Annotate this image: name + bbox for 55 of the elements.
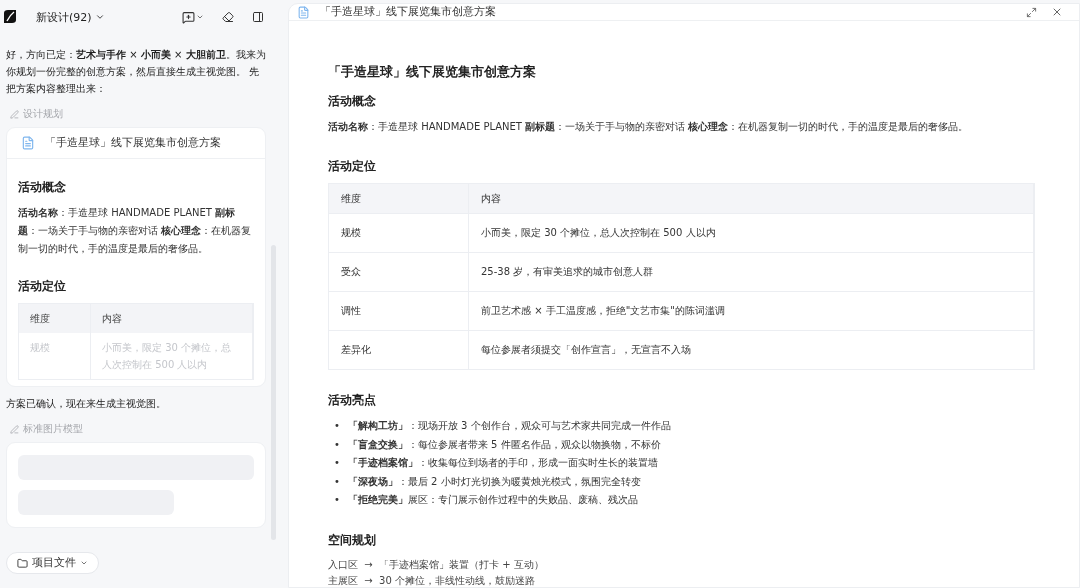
bullet: •: [334, 437, 340, 452]
bullet: •: [334, 419, 340, 433]
column-header: 内容: [469, 184, 1034, 213]
table-cell: 受众: [329, 252, 469, 291]
paragraph: 活动名称：手造星球 HANDMADE PLANET 副标题：一场关于手与物的亲密对话 核心理念：在机器复制一切的时代，手的温度是最后的奢侈品。: [18, 206, 253, 256]
table-cell: 前卫艺术感 × 手工温度感，拒绝"文艺市集"的陈词滥调: [469, 291, 1034, 330]
document-icon: [297, 5, 310, 19]
table-cell: 调性: [329, 291, 469, 330]
plan-line: 主展区 → 30 个摊位，非线性动线，鼓励迷路: [328, 573, 536, 587]
chevron-down-icon: [80, 559, 88, 567]
project-title-dropdown[interactable]: 新设计(92): [32, 9, 109, 25]
table-cell: 差异化: [329, 330, 469, 369]
column-header: 维度: [19, 304, 91, 333]
close-icon: [1051, 6, 1063, 18]
table-cell: 25-38 岁，有审美追求的城市创意人群: [469, 252, 1034, 291]
bullet: •: [334, 493, 340, 507]
document-title: 「手造星球」线下展览集市创意方案: [328, 64, 537, 81]
table-cell: 每位参展者须提交「创作宣言」，无宣言不入场: [469, 330, 1034, 369]
sidebar-toggle-icon[interactable]: [250, 9, 266, 25]
plan-line: 入口区 → 「手迹档案馆」装置（打卡 + 互动）: [328, 557, 545, 572]
table-cell: 规模: [329, 213, 469, 252]
chat-message: 好，方向已定：艺术与手作 × 小而美 × 大胆前卫。我来为你规划一份完整的创意方案，然后直接生成主视觉图。 先把方案内容整理出来：: [6, 48, 266, 96]
list-item: 「深夜场」：最后 2 小时灯光切换为暖黄烛光模式，氛围完全转变: [347, 474, 642, 489]
section-heading: 活动定位: [328, 158, 377, 175]
step-label: 设计规划: [23, 107, 63, 121]
chevron-down-icon: [94, 12, 105, 22]
section-heading: 活动定位: [18, 278, 67, 295]
document-icon: [21, 136, 35, 150]
card-title: 「手造星球」线下展览集市创意方案: [45, 136, 221, 150]
list-item: 「解构工坊」：现场开放 3 个创作台，观众可与艺术家共同完成一件作品: [347, 419, 672, 433]
step-label: 标准图片模型: [23, 422, 83, 436]
pen-icon: [10, 109, 19, 119]
section-heading: 活动概念: [328, 93, 377, 110]
expand-icon: [1026, 6, 1037, 18]
table-cell: 小而美，限定 30 个摊位，总人次控制在 500 人以内: [469, 213, 1034, 252]
logo-icon: [2, 9, 18, 25]
bullet: •: [334, 474, 340, 489]
project-files-button[interactable]: 项目文件: [6, 552, 99, 574]
chat-message: 方案已确认，现在来生成主视觉图。: [6, 397, 167, 411]
paragraph: 活动名称：手造星球 HANDMADE PLANET 副标题：一场关于手与物的亲密对话 核心理念：在机器复制一切的时代，手的温度是最后的奢侈品。: [328, 120, 970, 134]
column-header: 维度: [329, 184, 469, 213]
pen-icon: [10, 424, 19, 434]
panel-title: 「手造星球」线下展览集市创意方案: [320, 5, 497, 19]
section-heading: 活动亮点: [328, 392, 377, 409]
bullet: •: [334, 456, 340, 470]
chevron-down-icon: [196, 13, 204, 21]
list-item: 「拒绝完美」展区：专门展示创作过程中的失败品、废稿、残次品: [347, 493, 639, 507]
folder-icon: [17, 557, 28, 569]
eraser-icon[interactable]: [220, 9, 236, 25]
section-heading: 空间规划: [328, 531, 377, 549]
column-header: 内容: [91, 304, 253, 333]
list-item: 「手迹档案馆」：收集每位到场者的手印，形成一面实时生长的装置墙: [347, 456, 659, 470]
list-item: 「盲盒交换」：每位参展者带来 5 件匿名作品，观众以物换物，不标价: [347, 437, 662, 452]
section-heading: 活动概念: [18, 179, 67, 196]
message-plus-icon: [182, 10, 195, 24]
